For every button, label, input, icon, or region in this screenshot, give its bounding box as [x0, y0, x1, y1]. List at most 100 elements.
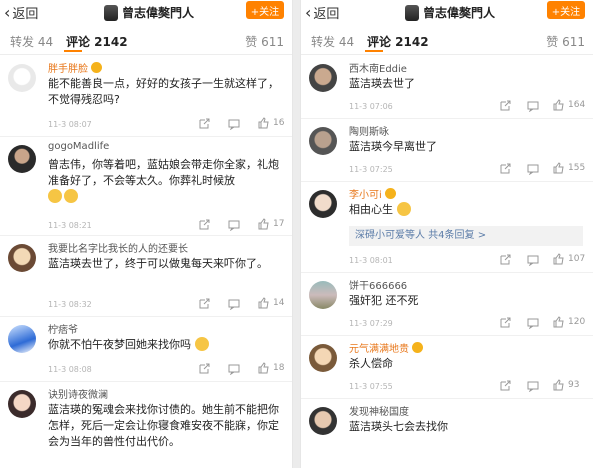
- avatar[interactable]: [8, 390, 36, 418]
- comment-icon[interactable]: [228, 298, 240, 310]
- comment-time: 11-3 08:21: [48, 221, 92, 230]
- like-button[interactable]: 120: [553, 316, 585, 328]
- comment-author[interactable]: 陶则斯咏: [349, 123, 389, 138]
- comment-author[interactable]: 诀别诗夜微澜: [48, 386, 108, 401]
- comment-time: 11-3 08:07: [48, 120, 92, 129]
- tab-comments[interactable]: 评论 2142: [66, 33, 128, 50]
- like-button[interactable]: 107: [553, 253, 585, 265]
- like-button[interactable]: 14: [258, 297, 284, 309]
- tab-likes[interactable]: 赞 611: [245, 33, 284, 50]
- like-button[interactable]: 16: [258, 117, 284, 129]
- comment-author[interactable]: 我要比名字比我长的人的还要长: [48, 240, 188, 255]
- comment-item: 我要比名字比我长的人的还要长 蓝洁瑛去世了，终于可以做鬼每天来吓你了。 11-3…: [0, 236, 292, 317]
- comment-item: 诀别诗夜微澜 蓝洁瑛的冤魂会来找你讨债的。她生前不能把你怎样，死后一定会让你寝食…: [0, 382, 292, 468]
- comment-icon[interactable]: [527, 100, 539, 112]
- chevron-left-icon: ‹: [305, 2, 312, 22]
- comment-text: 蓝洁瑛今早离世了: [349, 140, 437, 153]
- like-button[interactable]: 17: [258, 218, 284, 230]
- tab-underline: [64, 50, 82, 52]
- comment-author[interactable]: 柠痞爷: [48, 321, 78, 336]
- comment-icon[interactable]: [527, 254, 539, 266]
- author-name: 李小可i: [349, 190, 382, 201]
- comment-icon[interactable]: [228, 219, 240, 231]
- comment-icon[interactable]: [527, 163, 539, 175]
- like-button[interactable]: 93: [553, 379, 579, 391]
- tab-likes[interactable]: 赞 611: [546, 33, 585, 50]
- avatar[interactable]: [8, 244, 36, 272]
- avatar[interactable]: [309, 64, 337, 92]
- share-icon[interactable]: [499, 254, 511, 266]
- comment-text: 蓝洁瑛去世了，终于可以做鬼每天来吓你了。: [48, 257, 268, 270]
- account-avatar: [104, 4, 118, 21]
- vip-badge-icon: [384, 188, 396, 199]
- share-icon[interactable]: [198, 118, 210, 130]
- tabs-bar: 转发 44 评论 2142 赞 611: [301, 28, 593, 55]
- share-icon[interactable]: [499, 317, 511, 329]
- avatar[interactable]: [309, 344, 337, 372]
- share-icon[interactable]: [198, 363, 210, 375]
- follow-button[interactable]: +关注: [547, 1, 585, 19]
- replies-preview[interactable]: 深碍小可爱等人 共4条回复 >: [349, 226, 583, 246]
- avatar[interactable]: [309, 190, 337, 218]
- comment-item: 西木南Eddie 蓝洁瑛去世了 11-3 07:06 164: [301, 56, 593, 119]
- account-avatar: [405, 4, 419, 21]
- like-button[interactable]: 18: [258, 362, 284, 374]
- author-name: 饼干666666: [349, 281, 408, 292]
- top-bar: ‹ 返回 曾志偉獒門人 +关注: [301, 0, 593, 26]
- comment-icon[interactable]: [527, 317, 539, 329]
- comment-time: 11-3 07:06: [349, 102, 393, 111]
- share-icon[interactable]: [198, 219, 210, 231]
- comment-text: 强奸犯 还不死: [349, 294, 419, 307]
- follow-button[interactable]: +关注: [246, 1, 284, 19]
- share-icon[interactable]: [499, 100, 511, 112]
- comment-item: 发现神秘国度 蓝洁瑛头七会去找你: [301, 399, 593, 449]
- comment-item: 李小可i 相由心生 深碍小可爱等人 共4条回复 > 11-3 08:01 107: [301, 182, 593, 273]
- comment-author[interactable]: 李小可i: [349, 186, 396, 201]
- author-name: gogoMadlife: [48, 141, 110, 152]
- comment-author[interactable]: 饼干666666: [349, 277, 407, 292]
- avatar[interactable]: [309, 407, 337, 435]
- comment-icon[interactable]: [228, 363, 240, 375]
- like-count: 14: [273, 298, 285, 308]
- comment-list[interactable]: 西木南Eddie 蓝洁瑛去世了 11-3 07:06 164 陶则斯咏 蓝洁瑛今…: [301, 56, 593, 468]
- comment-text: 能不能善良一点，好好的女孩子一生就这样了，不觉得残忍吗?: [48, 77, 279, 106]
- page-title: 曾志偉獒門人: [104, 4, 194, 21]
- author-name: 诀别诗夜微澜: [48, 390, 108, 401]
- tab-repost[interactable]: 转发 44: [10, 33, 53, 50]
- avatar[interactable]: [309, 281, 337, 309]
- back-button[interactable]: ‹ 返回: [305, 3, 339, 22]
- avatar[interactable]: [8, 325, 36, 353]
- comment-author[interactable]: 元气满满地贵: [349, 340, 423, 355]
- avatar[interactable]: [8, 145, 36, 173]
- comment-author[interactable]: 胖手胖脸: [48, 60, 102, 75]
- comment-time: 11-3 07:55: [349, 382, 393, 391]
- tab-underline: [365, 50, 383, 52]
- like-count: 164: [568, 100, 586, 110]
- comment-list[interactable]: 胖手胖脸 能不能善良一点，好好的女孩子一生就这样了，不觉得残忍吗? 11-3 0…: [0, 56, 292, 468]
- comment-author[interactable]: 西木南Eddie: [349, 60, 407, 75]
- avatar[interactable]: [309, 127, 337, 155]
- tab-repost[interactable]: 转发 44: [311, 33, 354, 50]
- avatar[interactable]: [8, 64, 36, 92]
- comment-icon[interactable]: [228, 118, 240, 130]
- author-name: 胖手胖脸: [48, 64, 88, 75]
- tab-comments[interactable]: 评论 2142: [367, 33, 429, 50]
- thumb-up-icon: [553, 162, 564, 174]
- comment-text: 蓝洁瑛的冤魂会来找你讨债的。她生前不能把你怎样，死后一定会让你寝食难安夜不能寐，…: [48, 403, 279, 448]
- comment-item: 饼干666666 强奸犯 还不死 11-3 07:29 120: [301, 273, 593, 336]
- share-icon[interactable]: [198, 298, 210, 310]
- back-button[interactable]: ‹ 返回: [4, 3, 38, 22]
- share-icon[interactable]: [499, 380, 511, 392]
- back-label: 返回: [12, 7, 39, 22]
- thumb-up-icon: [258, 297, 269, 309]
- comment-text-content: 相由心生: [349, 203, 393, 216]
- comment-author[interactable]: gogoMadlife: [48, 141, 109, 152]
- like-button[interactable]: 155: [553, 162, 585, 174]
- comment-item: 陶则斯咏 蓝洁瑛今早离世了 11-3 07:25 155: [301, 119, 593, 182]
- comment-author[interactable]: 发现神秘国度: [349, 403, 409, 418]
- like-button[interactable]: 164: [553, 99, 585, 111]
- comment-icon[interactable]: [527, 380, 539, 392]
- thumb-up-icon: [553, 99, 564, 111]
- share-icon[interactable]: [499, 163, 511, 175]
- like-count: 93: [568, 380, 580, 390]
